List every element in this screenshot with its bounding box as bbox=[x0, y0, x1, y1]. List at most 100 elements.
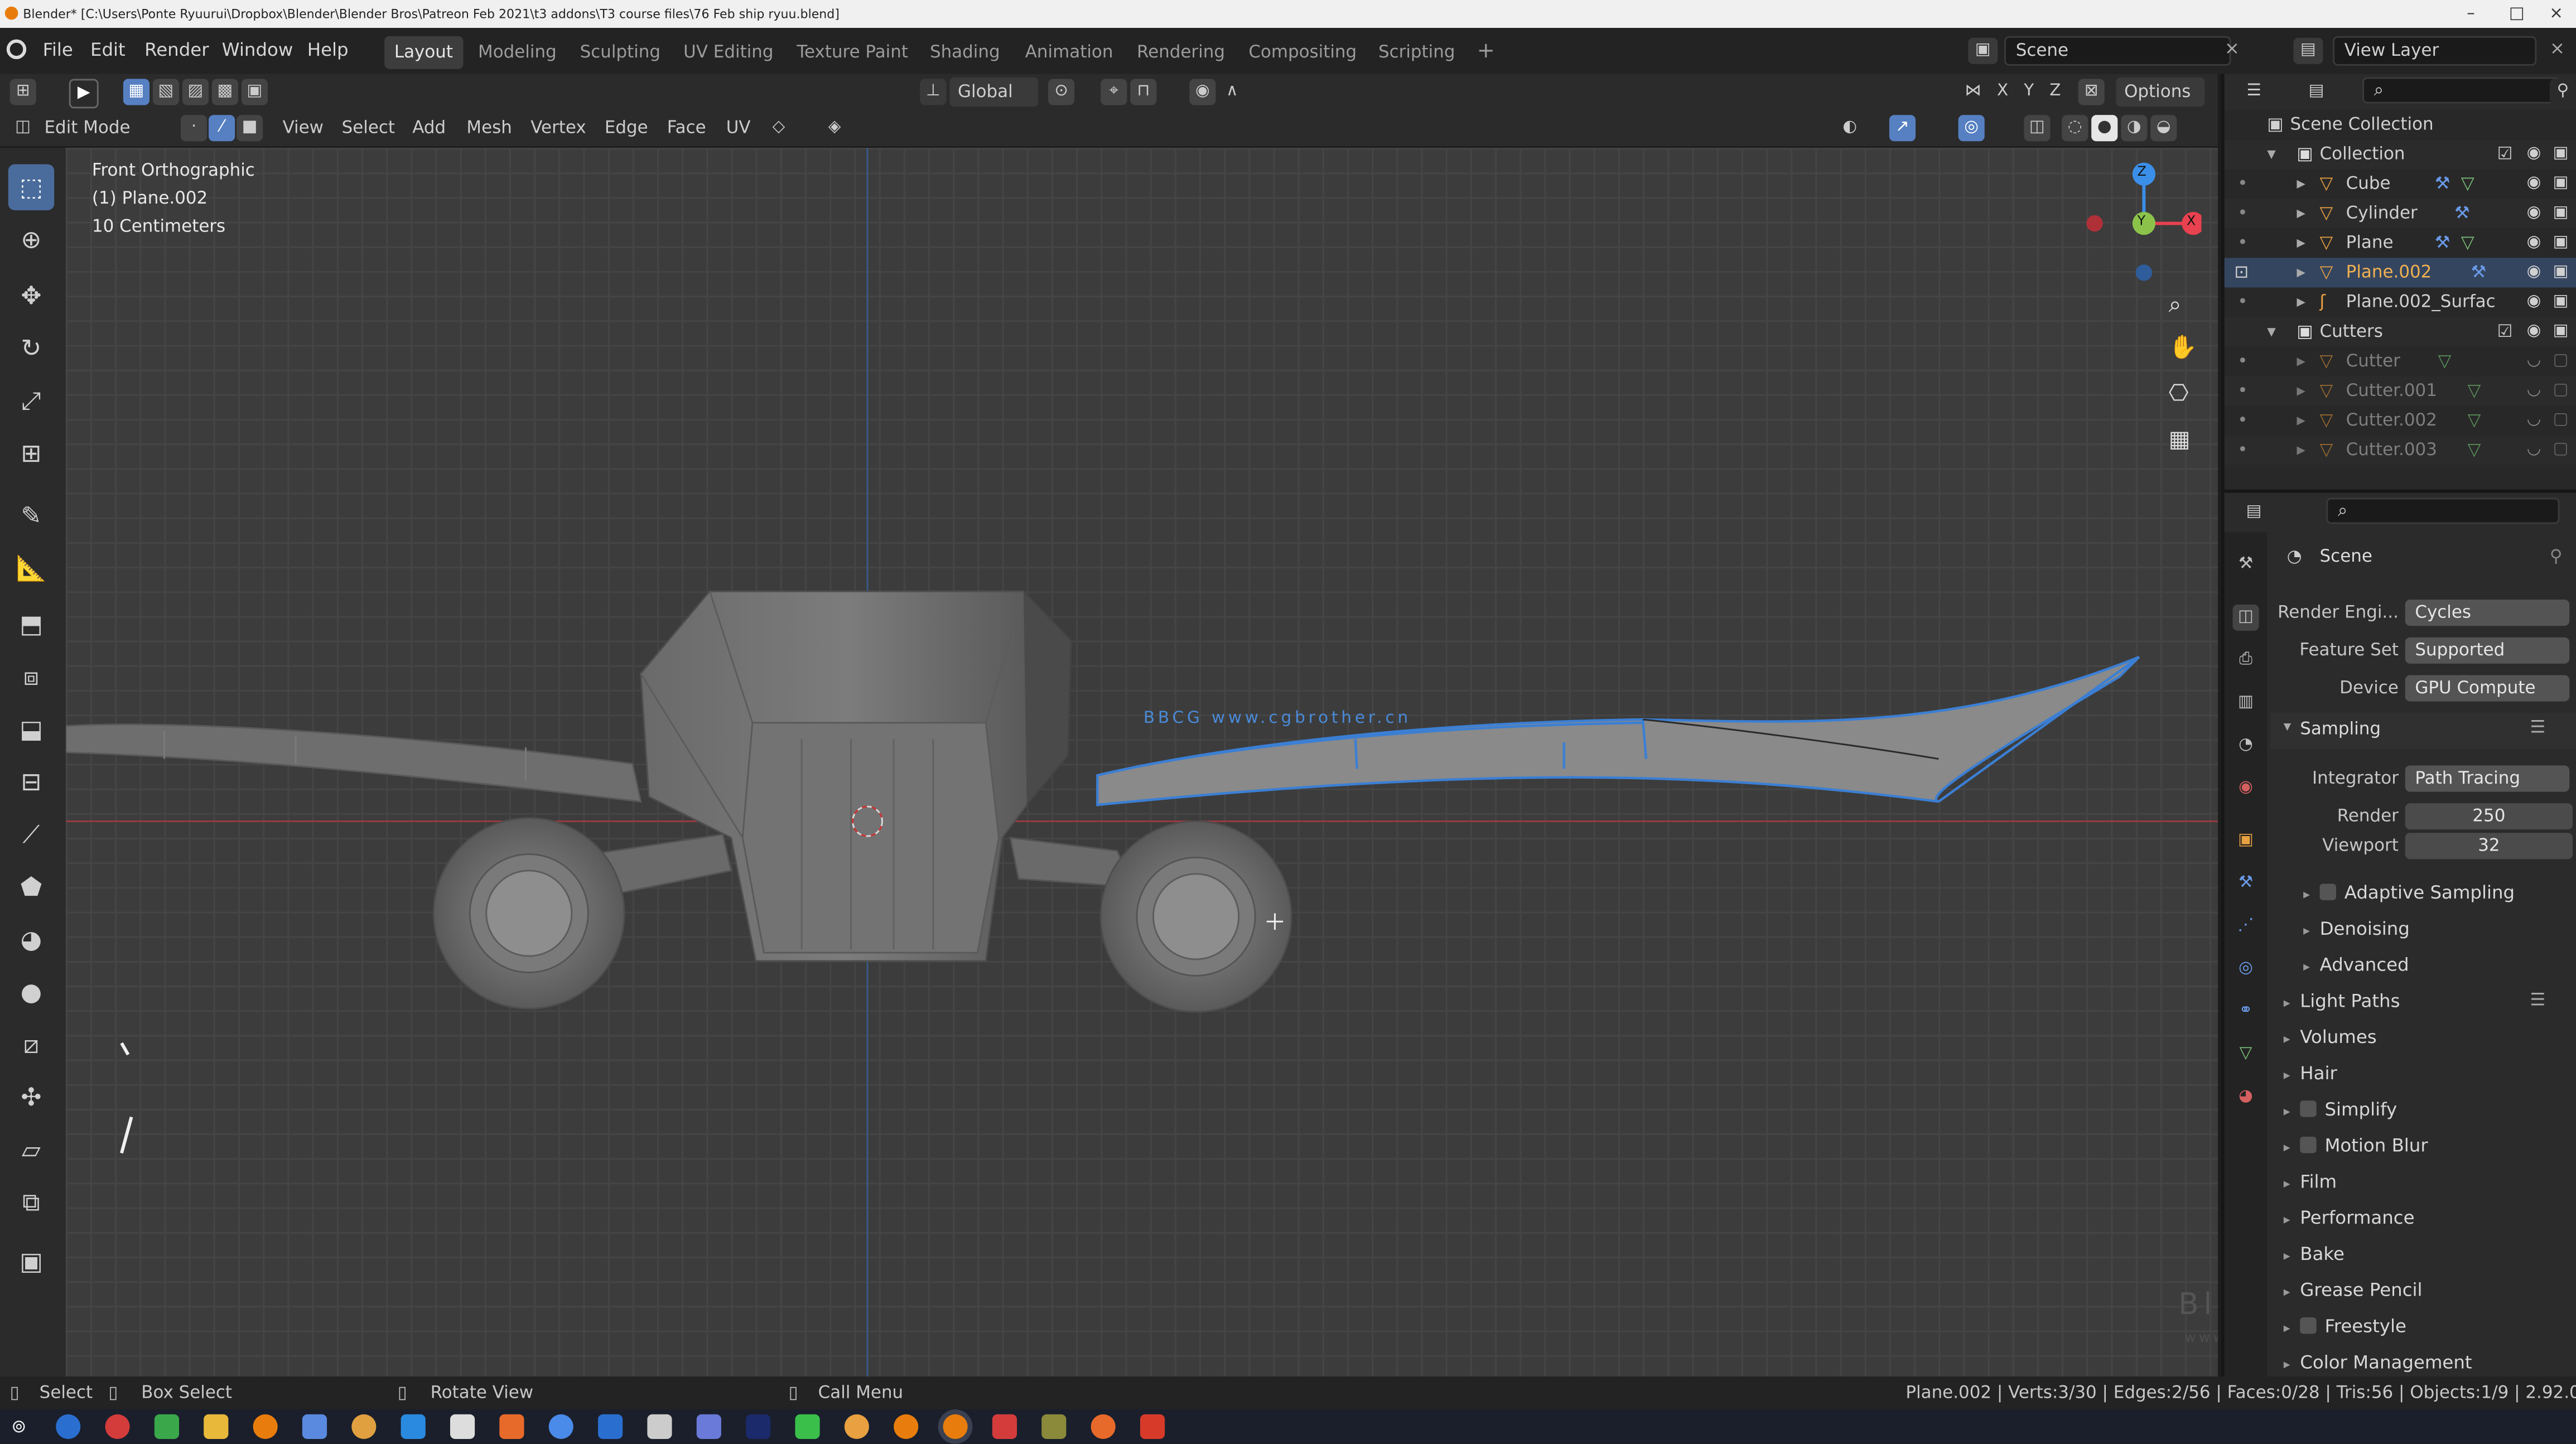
render-tab-icon[interactable]: ◫ bbox=[2232, 604, 2259, 631]
tab-scripting[interactable]: Scripting bbox=[1368, 36, 1465, 69]
material-tab-icon[interactable]: ◕ bbox=[2232, 1084, 2259, 1110]
transform-tool-icon[interactable]: ⊞ bbox=[8, 431, 54, 476]
data-tab-icon[interactable]: ▽ bbox=[2232, 1041, 2259, 1068]
taskbar-app-icon[interactable] bbox=[351, 1414, 377, 1439]
taskbar-app-icon[interactable] bbox=[992, 1414, 1017, 1439]
shading-material-icon[interactable]: ◑ bbox=[2121, 115, 2148, 142]
gizmo-toggle-icon[interactable]: ↗ bbox=[1889, 115, 1916, 142]
proportional-edit-icon[interactable]: ◉ bbox=[1189, 79, 1216, 105]
taskbar-app-icon[interactable] bbox=[105, 1414, 130, 1439]
tab-animation[interactable]: Animation bbox=[1015, 36, 1123, 69]
taskbar-app-icon[interactable] bbox=[401, 1414, 426, 1439]
checkbox-icon[interactable]: ☑ bbox=[2497, 317, 2513, 346]
pivot-point-icon[interactable]: ⊙ bbox=[1048, 79, 1075, 105]
freestyle-panel[interactable]: ▸ Freestyle bbox=[2284, 1316, 2406, 1337]
presets-list-icon[interactable]: ☰ bbox=[2530, 718, 2546, 737]
taskbar-app-icon[interactable] bbox=[450, 1414, 475, 1439]
outliner-row-selected[interactable]: ⊡ ▸ ▽ Plane.002 ⚒ ◉ ▣ bbox=[2224, 258, 2576, 288]
move-tool-icon[interactable]: ✥ bbox=[8, 273, 54, 318]
visibility-eye-icon[interactable]: ◉ bbox=[2527, 258, 2541, 287]
shrink-fatten-tool-icon[interactable]: ✣ bbox=[8, 1074, 54, 1120]
taskbar-app-icon[interactable] bbox=[696, 1414, 721, 1439]
adaptive-sampling-subpanel[interactable]: ▸ Adaptive Sampling bbox=[2303, 882, 2515, 904]
feature-set-dropdown[interactable]: Supported bbox=[2405, 637, 2570, 664]
light-paths-panel[interactable]: ▸ Light Paths bbox=[2284, 991, 2400, 1012]
select-mode-invert-icon[interactable]: ▩ bbox=[211, 79, 239, 105]
minimize-button[interactable]: – bbox=[2448, 0, 2493, 28]
constraints-tab-icon[interactable]: ⚭ bbox=[2232, 999, 2259, 1025]
hair-panel[interactable]: ▸ Hair bbox=[2284, 1063, 2337, 1084]
outliner-row[interactable]: • ▸ ▽ Cutter.003 ▽ ◡ ▢ bbox=[2224, 435, 2576, 465]
auto-merge-icon[interactable]: ⊠ bbox=[2078, 79, 2105, 105]
checkbox-icon[interactable]: ☑ bbox=[2497, 139, 2513, 169]
visibility-eye-icon[interactable]: ◉ bbox=[2527, 199, 2541, 228]
snap-icon[interactable]: ⌖ bbox=[1101, 79, 1127, 105]
uv-sync-icon[interactable]: ◇ bbox=[765, 115, 792, 142]
zoom-icon[interactable]: ⌕ bbox=[2169, 292, 2182, 318]
motion-blur-panel[interactable]: ▸ Motion Blur bbox=[2284, 1135, 2428, 1156]
taskbar-app-icon[interactable] bbox=[598, 1414, 623, 1439]
view-layer-tab-icon[interactable]: ▥ bbox=[2232, 690, 2259, 716]
options-dropdown[interactable]: Options bbox=[2116, 77, 2205, 107]
film-panel[interactable]: ▸ Film bbox=[2284, 1171, 2337, 1192]
bevel-tool-icon[interactable]: ⬓ bbox=[8, 706, 54, 752]
shading-wireframe-icon[interactable]: ◌ bbox=[2062, 115, 2088, 142]
menu-view[interactable]: View bbox=[283, 113, 324, 143]
render-camera-icon[interactable]: ▣ bbox=[2553, 199, 2569, 228]
select-box-tool-icon[interactable]: ⬚ bbox=[8, 164, 55, 210]
tab-compositing[interactable]: Compositing bbox=[1239, 36, 1367, 69]
tab-texture-paint[interactable]: Texture Paint bbox=[787, 36, 918, 69]
taskbar-app-icon[interactable] bbox=[746, 1414, 771, 1439]
editor-type-icon[interactable]: ⊞ bbox=[9, 79, 36, 105]
volumes-panel[interactable]: ▸ Volumes bbox=[2284, 1027, 2377, 1048]
shading-solid-icon[interactable]: ● bbox=[2091, 115, 2118, 142]
modifier-tab-icon[interactable]: ⚒ bbox=[2232, 871, 2259, 897]
3d-viewport[interactable]: Front Orthographic (1) Plane.002 10 Cent… bbox=[65, 148, 2218, 1377]
outliner-row[interactable]: • ▸ ▽ Cube ⚒ ▽ ◉ ▣ bbox=[2225, 169, 2576, 199]
render-camera-icon[interactable]: ▢ bbox=[2553, 405, 2569, 435]
outliner-row[interactable]: • ▸ ▽ Cutter.001 ▽ ◡ ▢ bbox=[2224, 376, 2576, 406]
menu-mesh[interactable]: Mesh bbox=[466, 113, 512, 143]
taskbar-app-icon[interactable] bbox=[795, 1414, 820, 1439]
display-mode-icon[interactable]: ▤ bbox=[2303, 79, 2330, 105]
visibility-eye-icon[interactable]: ◉ bbox=[2527, 139, 2541, 169]
axis-z-toggle[interactable]: Z bbox=[2042, 79, 2068, 105]
vertex-select-icon[interactable]: · bbox=[180, 115, 208, 142]
taskbar-app-icon[interactable] bbox=[548, 1414, 573, 1439]
poly-build-tool-icon[interactable]: ⬟ bbox=[8, 864, 54, 910]
spin-tool-icon[interactable]: ◕ bbox=[8, 916, 54, 962]
transform-orientation-dropdown[interactable]: Global bbox=[949, 77, 1039, 107]
outliner-search-input[interactable]: ⌕ bbox=[2362, 77, 2560, 104]
scale-tool-icon[interactable]: ⤢ bbox=[8, 378, 54, 423]
extrude-tool-icon[interactable]: ⬒ bbox=[8, 601, 54, 647]
color-management-panel[interactable]: ▸ Color Management bbox=[2284, 1352, 2472, 1373]
select-mode-subtract-icon[interactable]: ▨ bbox=[182, 79, 209, 105]
scene-icon[interactable]: ▣ bbox=[1968, 37, 1998, 64]
view-layer-icon[interactable]: ▤ bbox=[2293, 37, 2323, 64]
loop-cut-tool-icon[interactable]: ⊟ bbox=[8, 759, 54, 805]
tab-layout[interactable]: Layout bbox=[384, 36, 463, 69]
cursor-tool-icon[interactable]: ⊕ bbox=[8, 217, 54, 263]
hidden-eye-icon[interactable]: ◡ bbox=[2527, 376, 2541, 405]
physics-tab-icon[interactable]: ◎ bbox=[2232, 956, 2259, 982]
axis-x-toggle[interactable]: X bbox=[1989, 79, 2016, 105]
close-window-button[interactable]: × bbox=[2533, 0, 2576, 28]
outliner-row[interactable]: • ▸ ▽ Plane ⚒ ▽ ◉ ▣ bbox=[2225, 228, 2576, 258]
tab-modeling[interactable]: Modeling bbox=[468, 36, 566, 69]
menu-vertex[interactable]: Vertex bbox=[530, 113, 586, 143]
grease-pencil-panel[interactable]: ▸ Grease Pencil bbox=[2284, 1279, 2423, 1301]
transform-orientation-icon[interactable]: ⊥ bbox=[920, 79, 947, 105]
mirror-icon[interactable]: ⋈ bbox=[1960, 79, 1986, 105]
taskbar-app-icon[interactable] bbox=[894, 1414, 919, 1439]
filter-icon[interactable]: ⚲ bbox=[2549, 79, 2576, 105]
view-layer-selector[interactable]: View Layer bbox=[2333, 36, 2537, 66]
adaptive-sampling-checkbox[interactable] bbox=[2319, 883, 2337, 900]
menu-file[interactable]: File bbox=[38, 38, 78, 64]
integrator-dropdown[interactable]: Path Tracing bbox=[2405, 765, 2570, 792]
inset-tool-icon[interactable]: ⧈ bbox=[8, 654, 54, 699]
taskbar-app-icon[interactable] bbox=[154, 1414, 180, 1439]
menu-face[interactable]: Face bbox=[667, 113, 706, 143]
render-engine-dropdown[interactable]: Cycles bbox=[2405, 599, 2570, 626]
select-tool-icon[interactable]: ▶ bbox=[69, 79, 99, 109]
render-camera-icon[interactable]: ▣ bbox=[2553, 139, 2569, 169]
